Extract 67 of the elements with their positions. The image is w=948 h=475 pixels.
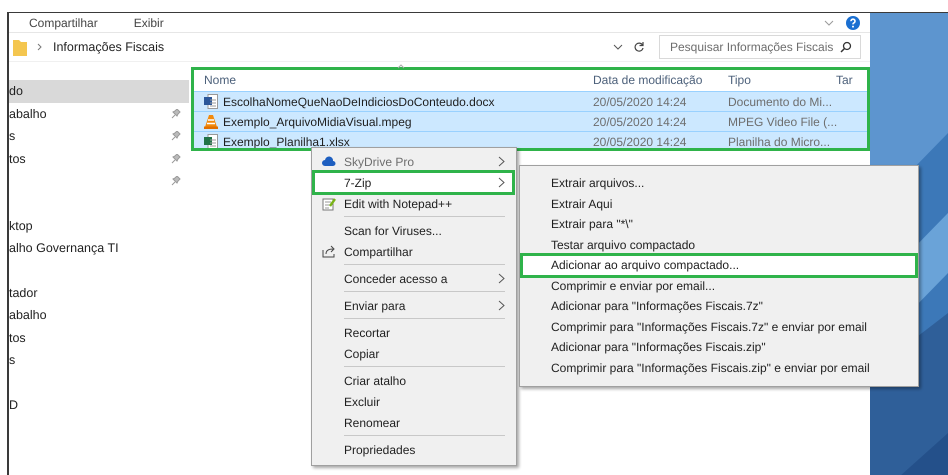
menu-item[interactable]: Edit with Notepad++ — [314, 193, 513, 220]
notepad-icon — [322, 196, 336, 210]
file-name: EscolhaNomeQueNaoDeIndiciosDoConteudo.docx — [223, 94, 494, 108]
modified-date: 20/05/2020 14:24 — [593, 94, 688, 108]
menu-item[interactable]: Criar atalho — [314, 370, 513, 391]
column-header[interactable]: Data de modificação — [593, 73, 728, 87]
menu-item[interactable]: Scan for Viruses... — [314, 220, 513, 241]
sidebar-item[interactable]: abalho — [9, 102, 189, 125]
sidebar-item[interactable]: D — [9, 394, 189, 416]
spreadsheet-icon — [204, 134, 218, 149]
menu-item[interactable]: Testar arquivo compactado — [522, 234, 916, 255]
traffic-cone-icon — [204, 114, 218, 129]
sidebar-item[interactable]: ktop — [9, 214, 189, 237]
menu-item[interactable]: Excluir — [314, 391, 513, 412]
address-bar[interactable]: Informações Fiscais — [13, 36, 653, 58]
modified-date: 20/05/2020 14:24 — [593, 114, 688, 128]
dropdown-icon[interactable] — [613, 44, 623, 50]
file-row[interactable]: EscolhaNomeQueNaoDeIndiciosDoConteudo.docx 20/05/2020 14:24 Documento do Mi... — [191, 91, 870, 111]
sort-icon — [397, 64, 405, 69]
search-field[interactable]: Pesquisar Informações Fiscais — [659, 35, 861, 59]
modified-date: 20/05/2020 14:24 — [593, 134, 688, 148]
sidebar-item[interactable]: abalho — [9, 304, 189, 326]
menu-item[interactable]: Extrair Aqui — [522, 194, 916, 214]
document-icon — [204, 94, 218, 109]
pin-icon[interactable] — [171, 131, 181, 142]
search-icon — [840, 41, 852, 53]
sidebar-item[interactable]: s — [9, 125, 189, 148]
chevron-icon[interactable] — [824, 20, 834, 26]
ribbon-tab[interactable]: Exibir — [134, 16, 164, 30]
file-name: Exemplo_ArquivoMidiaVisual.mpeg — [223, 114, 412, 128]
folder-icon — [13, 38, 27, 56]
sidebar-item[interactable]: tos — [9, 148, 189, 170]
sidebar-item[interactable]: tador — [9, 282, 189, 304]
menu-item[interactable]: Adicionar para "Informações Fiscais.zip" — [522, 337, 916, 358]
column-header[interactable]: Tar — [836, 73, 856, 87]
menu-item[interactable]: Extrair arquivos... — [522, 173, 916, 194]
help-icon[interactable] — [846, 16, 860, 30]
menu-item[interactable]: Extrair para "*\" — [522, 214, 916, 234]
refresh-icon[interactable] — [633, 41, 645, 53]
ribbon-tab[interactable]: Compartilhar — [29, 16, 98, 30]
sidebar-item[interactable]: s — [9, 349, 189, 372]
pin-icon[interactable] — [171, 108, 181, 119]
pin-icon[interactable] — [171, 176, 181, 186]
menu-item[interactable]: Comprimir para "Informações Fiscais.7z" e enviar por email — [522, 316, 916, 337]
menu-item[interactable]: Adicionar para "Informações Fiscais.7z" — [522, 296, 916, 316]
menu-item[interactable]: Comprimir e enviar por email... — [522, 276, 916, 296]
share-icon — [322, 245, 336, 258]
column-header[interactable]: Tipo — [728, 73, 836, 87]
menu-item[interactable]: 7-Zip — [314, 172, 513, 193]
file-type: MPEG Video File (... — [728, 114, 836, 128]
cloud-icon — [322, 156, 336, 167]
menu-item[interactable]: Adicionar ao arquivo compactado... — [522, 255, 916, 276]
menu-item[interactable]: Comprimir para "Informações Fiscais.zip" e enviar por email — [522, 358, 916, 378]
file-name: Exemplo_Planilha1.xlsx — [223, 134, 350, 148]
menu-item[interactable]: Propriedades — [314, 439, 513, 460]
file-type: Planilha do Micro... — [728, 134, 832, 148]
chevron-right-icon — [37, 43, 43, 51]
sidebar-item[interactable]: tos — [9, 326, 189, 349]
file-row[interactable]: Exemplo_Planilha1.xlsx 20/05/2020 14:24 Planilha do Micro... — [191, 131, 870, 151]
pin-icon[interactable] — [171, 154, 181, 164]
sidebar-item[interactable]: alho Governança TI — [9, 237, 189, 260]
folder-path: Informações Fiscais — [53, 40, 164, 54]
sidebar-item[interactable]: do — [9, 80, 189, 102]
file-type: Documento do Mi... — [728, 94, 834, 108]
menu-item[interactable]: Recortar — [314, 322, 513, 343]
column-header[interactable]: Nome — [191, 73, 593, 87]
file-row[interactable]: Exemplo_ArquivoMidiaVisual.mpeg 20/05/2020 14:24 MPEG Video File (... — [191, 111, 870, 131]
